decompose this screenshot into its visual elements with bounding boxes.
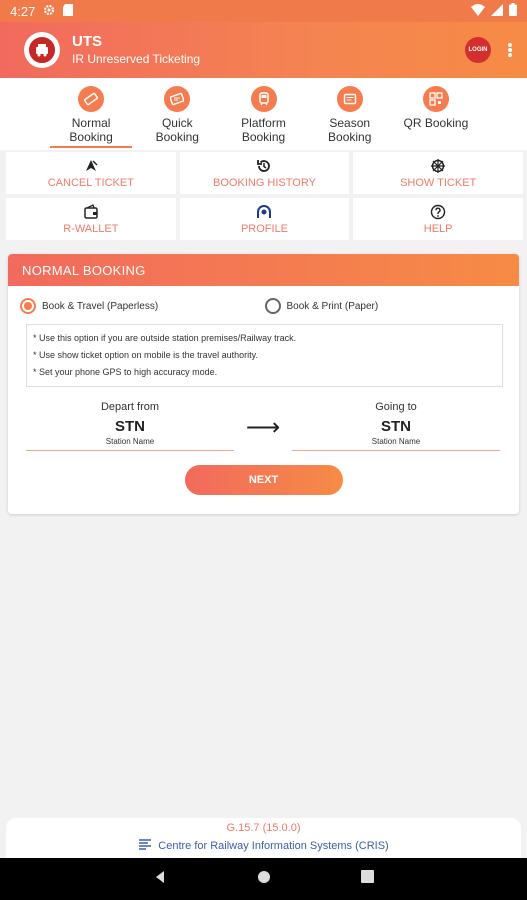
train-icon [250, 86, 277, 112]
radio-unselected-icon [264, 298, 281, 314]
destination-label: Going to [375, 401, 417, 413]
tab-quick-booking[interactable]: Quick Booking [134, 78, 220, 150]
system-navigation-bar [0, 858, 527, 900]
note-line: * Use this option if you are outside sta… [33, 333, 297, 343]
booking-notes: * Use this option if you are outside sta… [26, 324, 503, 387]
cancel-ticket-button[interactable]: CANCEL TICKET [6, 152, 176, 194]
signal-icon [491, 3, 503, 19]
radio-label: Book & Travel (Paperless) [42, 300, 159, 312]
destination-code: STN [381, 418, 411, 435]
back-icon[interactable] [153, 870, 167, 889]
depart-label: Depart from [100, 401, 160, 413]
help-button[interactable]: HELP [353, 198, 523, 240]
action-label: PROFILE [240, 223, 289, 235]
note-line: * Use show ticket option on mobile is th… [33, 350, 258, 360]
destination-name: Station Name [371, 437, 421, 446]
radio-label: Book & Print (Paper) [286, 300, 379, 312]
station-selector: Depart from STN Station Name ⟶ Going to … [8, 401, 519, 451]
cris-label: Centre for Railway Information Systems (… [158, 839, 389, 852]
action-label: R-WALLET [63, 223, 119, 235]
footer: G.15.7 (15.0.0) Centre for Railway Infor… [6, 818, 521, 858]
normal-booking-card: NORMAL BOOKING Book & Travel (Paperless)… [8, 254, 519, 514]
app-subtitle: IR Unreserved Ticketing [72, 52, 201, 66]
paper-radio[interactable]: Book & Print (Paper) [264, 298, 510, 314]
battery-icon [509, 3, 517, 19]
depart-name: Station Name [105, 437, 155, 446]
depart-station-field[interactable]: Depart from STN Station Name [26, 401, 234, 451]
action-label: SHOW TICKET [400, 177, 477, 189]
qr-icon [422, 86, 449, 112]
paperless-radio[interactable]: Book & Travel (Paperless) [20, 298, 265, 314]
next-button[interactable]: NEXT [184, 465, 343, 495]
settings-icon [43, 4, 55, 19]
sd-card-icon [63, 3, 74, 19]
overflow-menu-icon[interactable] [505, 39, 515, 61]
tab-label: QR Booking [403, 116, 469, 130]
help-icon [429, 203, 447, 221]
app-title: UTS [72, 33, 102, 50]
cris-link[interactable]: Centre for Railway Information Systems (… [6, 838, 521, 853]
show-ticket-button[interactable]: SHOW TICKET [353, 152, 523, 194]
home-icon[interactable] [257, 870, 271, 889]
tab-platform-booking[interactable]: Platform Booking [220, 78, 306, 150]
history-icon [255, 157, 273, 175]
profile-icon [255, 203, 273, 221]
quick-actions: CANCEL TICKET BOOKING HISTORY SHOW TICKE… [6, 152, 523, 240]
cancel-ticket-icon [82, 157, 100, 175]
arrow-right-icon: ⟶ [245, 414, 281, 441]
app-version: G.15.7 (15.0.0) [226, 822, 301, 834]
depart-code: STN [115, 418, 145, 435]
ticket-icon [78, 86, 105, 112]
booking-tabs: Normal Booking Quick Booking Platform Bo… [0, 78, 527, 150]
cris-logo-icon [138, 838, 153, 853]
season-ticket-icon [336, 86, 363, 112]
app-bar: UTS IR Unreserved Ticketing LOGIN [0, 22, 527, 78]
tab-label: Quick Booking [155, 116, 199, 144]
radio-selected-icon [20, 298, 36, 314]
action-label: BOOKING HISTORY [213, 177, 316, 189]
tab-qr-booking[interactable]: QR Booking [393, 78, 479, 150]
status-bar: 4:27 [0, 0, 527, 22]
note-line: * Set your phone GPS to high accuracy mo… [33, 367, 218, 377]
card-title: NORMAL BOOKING [8, 254, 519, 286]
status-time: 4:27 [10, 3, 36, 19]
login-button[interactable]: LOGIN [465, 37, 491, 63]
destination-station-field[interactable]: Going to STN Station Name [292, 401, 500, 451]
indian-railways-logo-icon [24, 32, 60, 68]
booking-mode-options: Book & Travel (Paperless) Book & Print (… [8, 286, 519, 314]
wifi-icon [471, 3, 485, 19]
action-label: HELP [423, 223, 453, 235]
r-wallet-button[interactable]: R-WALLET [6, 198, 176, 240]
tab-label: Normal Booking [69, 116, 113, 144]
recents-icon[interactable] [361, 870, 374, 888]
tab-season-booking[interactable]: Season Booking [307, 78, 393, 150]
wallet-icon [82, 203, 100, 221]
tab-label: Season Booking [328, 116, 372, 144]
tab-label: Platform Booking [241, 116, 286, 144]
tab-normal-booking[interactable]: Normal Booking [48, 78, 134, 150]
profile-button[interactable]: PROFILE [179, 198, 350, 240]
action-label: CANCEL TICKET [47, 177, 134, 189]
show-ticket-icon [429, 157, 447, 175]
booking-history-button[interactable]: BOOKING HISTORY [179, 152, 350, 194]
quick-ticket-icon [164, 86, 191, 112]
